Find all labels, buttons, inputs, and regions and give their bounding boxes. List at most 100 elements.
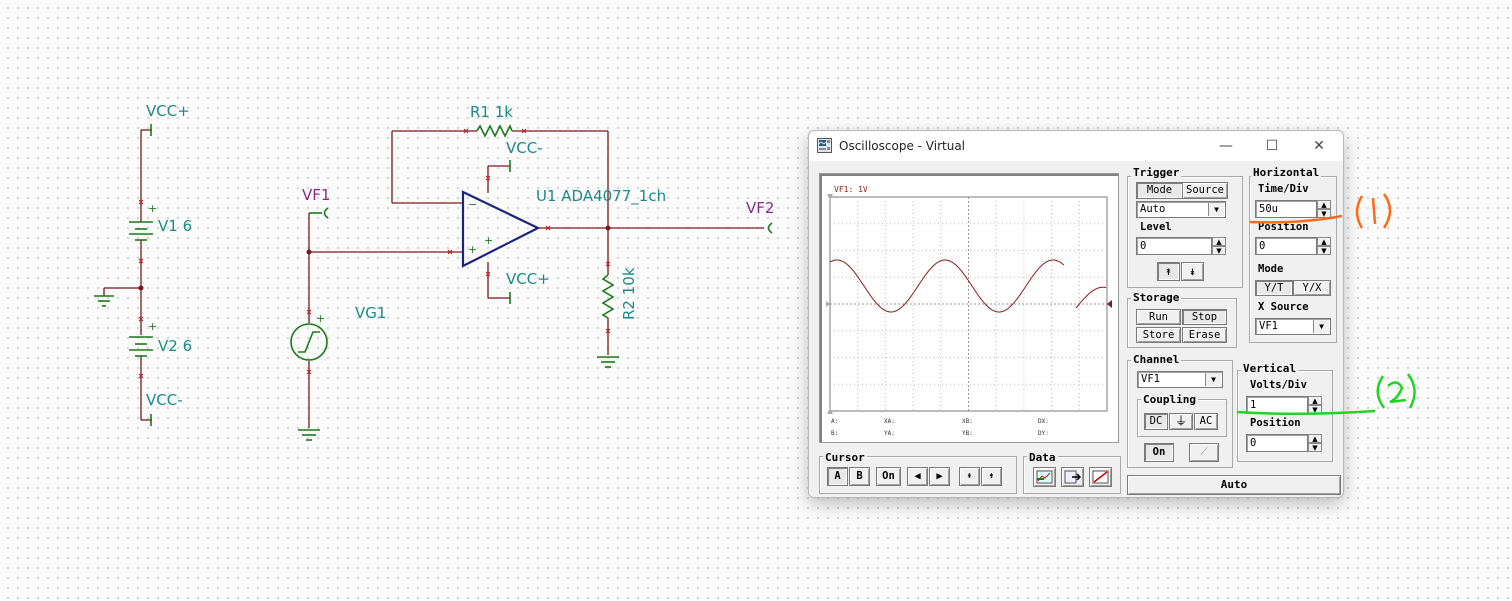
readout-xa: XA: [884, 418, 895, 425]
u1-label: U1 ADA4077_1ch [536, 187, 667, 205]
clear-chart-icon [1092, 470, 1109, 484]
probe-icon: ⟋ [1200, 446, 1208, 458]
coupling-dc-button[interactable]: DC [1144, 413, 1168, 430]
storage-store-button[interactable]: Store [1136, 327, 1181, 343]
x-source-select[interactable]: VF1 ▼ [1255, 318, 1331, 335]
svg-text:+: + [484, 234, 493, 247]
cursor-title: Cursor [823, 451, 867, 464]
arrow-down-icon: ⇟ [988, 471, 995, 481]
spin-down-icon[interactable]: ▼ [1317, 246, 1331, 255]
close-button[interactable]: ✕ [1304, 135, 1334, 157]
storage-erase-button[interactable]: Erase [1182, 327, 1227, 343]
channel-select[interactable]: VF1 ▼ [1137, 371, 1223, 388]
channel-on-button[interactable]: On [1144, 443, 1174, 462]
maximize-button[interactable]: ☐ [1257, 135, 1287, 157]
trigger-mode-value: Auto [1140, 203, 1166, 215]
cursor-b-button[interactable]: B [849, 467, 870, 486]
readout-b: B: [831, 430, 839, 437]
v2-label: V2 6 [158, 337, 193, 355]
cursor-left-button[interactable]: ◀ [907, 467, 928, 486]
readout-ya: YA: [884, 430, 895, 437]
arrow-up-icon: ⇞ [966, 471, 973, 481]
svg-text:+: + [468, 243, 477, 256]
trigger-title: Trigger [1131, 166, 1182, 179]
trigger-falling-edge-button[interactable]: ↡ [1181, 262, 1204, 281]
scope-display[interactable]: VF1: 1V A: B: XA: YA: XB: YB: DX: DY: [819, 173, 1119, 443]
spin-up-icon[interactable]: ▲ [1317, 237, 1331, 246]
volts-div-label: Volts/Div [1250, 379, 1307, 391]
svg-text:−: − [468, 198, 477, 211]
spin-up-icon[interactable]: ▲ [1317, 200, 1331, 209]
opamp-vcc-plus-label: VCC+ [506, 270, 550, 288]
auto-button[interactable]: Auto [1127, 475, 1341, 495]
vertical-position-spinner[interactable]: ▲ ▼ [1308, 434, 1322, 452]
chevron-down-icon[interactable]: ▼ [1205, 373, 1221, 386]
chevron-down-icon[interactable]: ▼ [1208, 203, 1224, 216]
svg-text:+: + [316, 312, 325, 325]
spin-down-icon[interactable]: ▼ [1317, 209, 1331, 218]
volts-div-spinner[interactable]: ▲ ▼ [1308, 396, 1322, 414]
storage-run-button[interactable]: Run [1136, 309, 1181, 325]
yt-mode-button[interactable]: Y/T [1255, 280, 1293, 296]
trigger-mode-tab[interactable]: Mode [1136, 182, 1183, 199]
data-export-file-button[interactable] [1061, 467, 1084, 487]
trigger-level-input[interactable]: 0 [1136, 237, 1212, 255]
storage-stop-button[interactable]: Stop [1182, 309, 1227, 325]
data-clear-button[interactable] [1089, 467, 1112, 487]
coupling-ac-button[interactable]: AC [1194, 413, 1218, 430]
spin-down-icon[interactable]: ▼ [1212, 246, 1226, 255]
trigger-rising-edge-button[interactable]: ↟ [1157, 262, 1180, 281]
ground-icon: ⏚ [1174, 414, 1187, 428]
oscilloscope-window: Oscilloscope - Virtual — ☐ ✕ VF1: 1V A: … [808, 130, 1344, 498]
scope-grid [826, 194, 1112, 414]
spin-up-icon[interactable]: ▲ [1212, 237, 1226, 246]
time-div-input[interactable]: 50u [1255, 200, 1317, 218]
readout-dy: DY: [1038, 430, 1049, 437]
data-title: Data [1027, 451, 1058, 464]
time-div-spinner[interactable]: ▲ ▼ [1317, 200, 1331, 218]
horizontal-position-spinner[interactable]: ▲ ▼ [1317, 237, 1331, 255]
storage-title: Storage [1131, 291, 1182, 304]
readout-dx: DX: [1038, 418, 1049, 425]
x-source-value: VF1 [1259, 320, 1278, 332]
channel-title: Channel [1131, 353, 1182, 366]
oscilloscope-app-icon [817, 138, 832, 153]
yx-mode-button[interactable]: Y/X [1293, 280, 1331, 296]
vertical-title: Vertical [1241, 362, 1298, 375]
trigger-level-marker[interactable] [1107, 300, 1112, 308]
minimize-button[interactable]: — [1211, 135, 1241, 157]
probe-button[interactable]: ⟋ [1189, 443, 1219, 462]
horizontal-mode-label: Mode [1258, 263, 1284, 275]
r1-label: R1 1k [470, 103, 513, 121]
cursor-a-button[interactable]: A [827, 467, 848, 486]
spin-up-icon[interactable]: ▲ [1308, 396, 1322, 405]
spin-down-icon[interactable]: ▼ [1308, 405, 1322, 414]
svg-text:+: + [148, 202, 157, 215]
spin-down-icon[interactable]: ▼ [1308, 443, 1322, 452]
trigger-mode-select[interactable]: Auto ▼ [1136, 201, 1226, 218]
title-bar[interactable]: Oscilloscope - Virtual — ☐ ✕ [809, 131, 1343, 161]
cursor-on-button[interactable]: On [876, 467, 901, 486]
readout-a: A: [831, 418, 839, 425]
horizontal-title: Horizontal [1251, 166, 1322, 179]
horizontal-position-input[interactable]: 0 [1255, 237, 1317, 255]
volts-div-input[interactable]: 1 [1246, 396, 1308, 414]
time-div-label: Time/Div [1258, 183, 1309, 195]
vf2-label: VF2 [746, 199, 775, 217]
chevron-down-icon[interactable]: ▼ [1313, 320, 1329, 333]
readout-yb: YB: [962, 430, 973, 437]
spin-up-icon[interactable]: ▲ [1308, 434, 1322, 443]
cursor-right-button[interactable]: ▶ [929, 467, 950, 486]
file-export-icon [1064, 470, 1082, 484]
data-export-chart-button[interactable] [1033, 467, 1056, 487]
cursor-up-button[interactable]: ⇞ [959, 467, 980, 486]
trigger-source-tab[interactable]: Source [1182, 182, 1228, 199]
coupling-ground-button[interactable]: ⏚ [1169, 413, 1193, 430]
vertical-position-label: Position [1250, 417, 1301, 429]
cursor-down-button[interactable]: ⇟ [981, 467, 1002, 486]
vcc-plus-label: VCC+ [146, 102, 190, 120]
trigger-level-spinner[interactable]: ▲ ▼ [1212, 237, 1226, 255]
r2-label: R2 10k [620, 267, 638, 320]
vertical-position-input[interactable]: 0 [1246, 434, 1308, 452]
horizontal-position-label: Position [1258, 221, 1309, 233]
